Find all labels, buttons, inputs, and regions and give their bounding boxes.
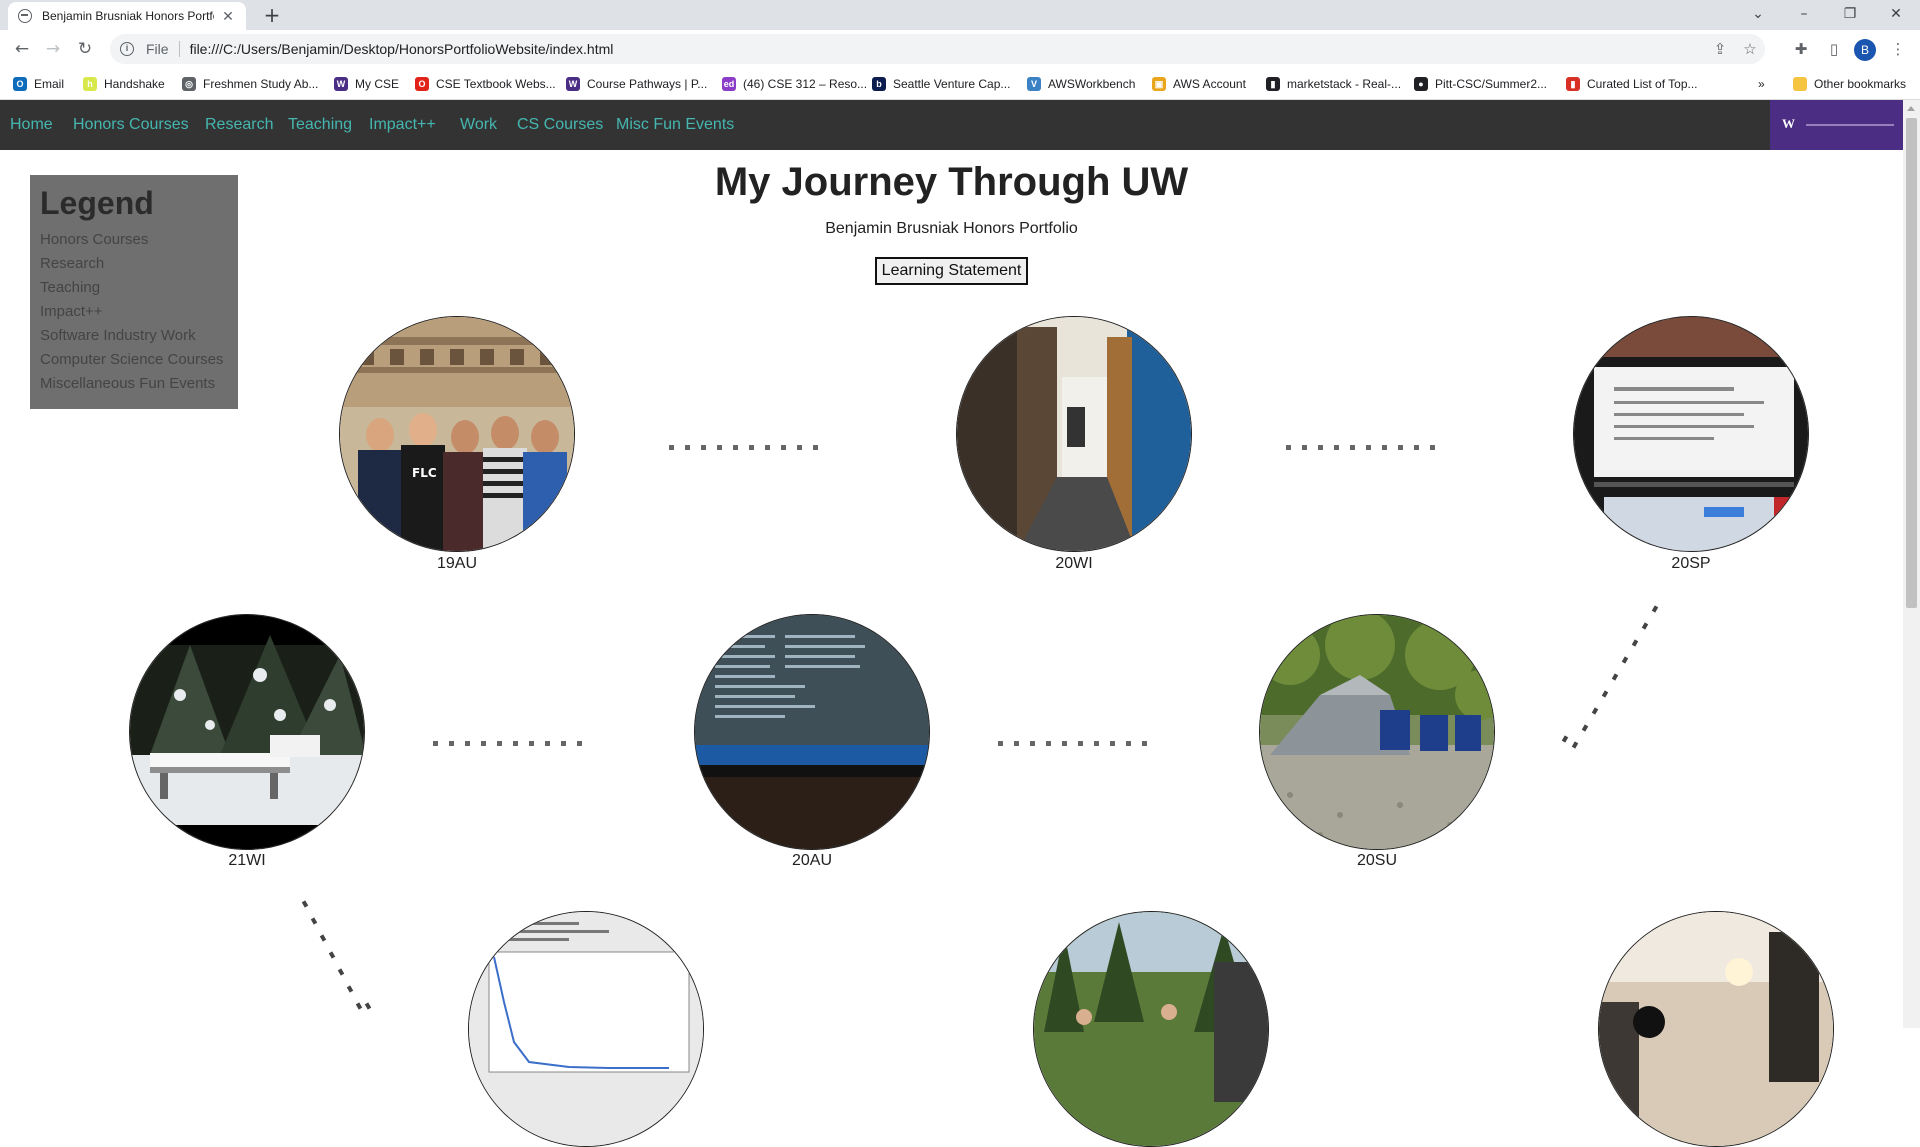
folder-icon — [1793, 77, 1807, 91]
nav-link-work[interactable]: Work — [460, 116, 497, 134]
new-tab-button[interactable]: + — [258, 2, 286, 28]
timeline-connector — [669, 445, 818, 451]
bookmark-item[interactable]: ▮ Curated List of Top... — [1566, 75, 1698, 93]
quarter-label: 20AU — [791, 852, 833, 869]
learning-statement-button[interactable]: Learning Statement — [875, 257, 1028, 285]
uw-icon: W — [566, 77, 580, 91]
nav-link-misc-fun-events[interactable]: Misc Fun Events — [616, 116, 734, 134]
side-panel-icon[interactable]: ▯ — [1820, 35, 1848, 63]
star-icon[interactable]: ☆ — [1735, 40, 1765, 58]
bookmarks-bar: » Other bookmarks O Email h Handshake ◎ Fresh… — [0, 68, 1920, 100]
scrollbar-thumb[interactable] — [1906, 118, 1917, 608]
nav-link-home[interactable]: Home — [10, 116, 53, 134]
bookmark-item[interactable]: V AWSWorkbench — [1027, 75, 1135, 93]
uw-icon: W — [334, 77, 348, 91]
back-button[interactable]: ← — [8, 35, 36, 63]
timeline-photo-21wi[interactable] — [129, 614, 365, 850]
globe-icon: ◎ — [182, 77, 196, 91]
quarter-label: 20WI — [1055, 555, 1093, 572]
timeline-photo-20su[interactable] — [1259, 614, 1495, 850]
b-icon: b — [872, 77, 886, 91]
bookmark-item[interactable]: O Email — [13, 75, 64, 93]
legend-item: Computer Science Courses — [40, 351, 224, 368]
tab-strip: Benjamin Brusniak Honors Portfolio ✕ + ⌄… — [0, 0, 1920, 30]
timeline-connector — [433, 741, 582, 747]
bookmark-item[interactable]: ● Pitt-CSC/Summer2... — [1414, 75, 1547, 93]
nav-link-research[interactable]: Research — [205, 116, 273, 134]
bookmark-item[interactable]: O CSE Textbook Webs... — [415, 75, 556, 93]
address-bar[interactable]: i File file:///C:/Users/Benjamin/Desktop… — [110, 34, 1765, 64]
timeline-connector — [998, 741, 1147, 747]
bookmark-item[interactable]: ed (46) CSE 312 – Reso... — [722, 75, 867, 93]
nav-link-honors-courses[interactable]: Honors Courses — [73, 116, 189, 134]
browser-toolbar: ← → ↻ i File file:///C:/Users/Benjamin/D… — [0, 30, 1920, 68]
v-icon: V — [1027, 77, 1041, 91]
profile-avatar[interactable]: B — [1854, 39, 1876, 61]
handshake-icon: h — [83, 77, 97, 91]
timeline-connector — [1286, 445, 1435, 451]
forward-button[interactable]: → — [39, 35, 67, 63]
browser-tab[interactable]: Benjamin Brusniak Honors Portfolio ✕ — [8, 2, 246, 30]
timeline-photo-20sp[interactable] — [1573, 316, 1809, 552]
legend-item: Impact++ — [40, 303, 103, 320]
close-tab-icon[interactable]: ✕ — [220, 8, 236, 25]
nav-link-cs-courses[interactable]: CS Courses — [517, 116, 603, 134]
menu-icon[interactable]: ⋮ — [1884, 35, 1912, 63]
other-bookmarks-folder[interactable]: Other bookmarks — [1793, 75, 1906, 93]
timeline-photo-plot[interactable] — [468, 911, 704, 1147]
aws-box-icon: ▣ — [1152, 77, 1166, 91]
page-title: My Journey Through UW — [714, 160, 1189, 204]
quarter-label: 19AU — [436, 555, 478, 572]
outlook-icon: O — [13, 77, 27, 91]
bookmark-item[interactable]: h Handshake — [83, 75, 165, 93]
timeline-photo-hiking[interactable] — [1033, 911, 1269, 1147]
page-subtitle: Benjamin Brusniak Honors Portfolio — [825, 220, 1078, 237]
svg-text:FLC: FLC — [412, 466, 437, 480]
bar-chart-icon: ▮ — [1266, 77, 1280, 91]
restore-button[interactable]: ❐ — [1827, 0, 1873, 30]
github-icon: ● — [1414, 77, 1428, 91]
tab-search-icon[interactable]: ⌄ — [1735, 0, 1781, 30]
bookmark-item[interactable]: ◎ Freshmen Study Ab... — [182, 75, 318, 93]
legend-item: Software Industry Work — [40, 327, 196, 344]
page-scrollbar[interactable] — [1903, 100, 1920, 1028]
url-scheme: File — [146, 41, 169, 57]
timeline-photo-20wi[interactable] — [956, 316, 1192, 552]
timeline-photo-19au[interactable]: FLC — [339, 316, 575, 552]
reload-button[interactable]: ↻ — [71, 35, 99, 63]
legend-item: Research — [40, 255, 105, 272]
minimize-button[interactable]: – — [1781, 0, 1827, 30]
share-icon[interactable]: ⇪ — [1705, 40, 1735, 58]
tab-title: Benjamin Brusniak Honors Portfolio — [42, 9, 214, 23]
bookmark-item[interactable]: W Course Pathways | P... — [566, 75, 707, 93]
timeline-photo-20au[interactable] — [694, 614, 930, 850]
url-text[interactable]: file:///C:/Users/Benjamin/Desktop/Honors… — [190, 41, 1705, 57]
quarter-label: 20SU — [1356, 852, 1398, 869]
legend-panel: Legend Honors Courses Research Teaching Imp… — [30, 175, 238, 409]
scroll-up-icon[interactable] — [1907, 106, 1915, 111]
quarter-label: 21WI — [228, 852, 266, 869]
nav-link-impact[interactable]: Impact++ — [369, 116, 436, 134]
ed-icon: ed — [722, 77, 736, 91]
bookmark-red-icon: ▮ — [1566, 77, 1580, 91]
legend-item: Teaching — [40, 279, 101, 296]
close-window-button[interactable]: ✕ — [1873, 0, 1919, 30]
uw-logo[interactable]: W — [1770, 100, 1903, 150]
site-navbar: W Home Honors Courses Research Teaching Impa… — [0, 100, 1903, 150]
info-icon[interactable]: i — [120, 42, 134, 56]
bookmark-item[interactable]: W My CSE — [334, 75, 399, 93]
legend-item: Miscellaneous Fun Events — [40, 375, 216, 392]
quarter-label: 20SP — [1671, 555, 1711, 572]
more-bookmarks-button[interactable]: » — [1758, 75, 1765, 93]
opera-icon: O — [415, 77, 429, 91]
globe-icon — [18, 9, 32, 23]
bookmark-item[interactable]: b Seattle Venture Cap... — [872, 75, 1010, 93]
timeline-photo-indoor[interactable] — [1598, 911, 1834, 1147]
extensions-icon[interactable]: ✚ — [1787, 35, 1815, 63]
bookmark-item[interactable]: ▣ AWS Account — [1152, 75, 1246, 93]
bookmark-item[interactable]: ▮ marketstack - Real-... — [1266, 75, 1401, 93]
nav-link-teaching[interactable]: Teaching — [288, 116, 352, 134]
